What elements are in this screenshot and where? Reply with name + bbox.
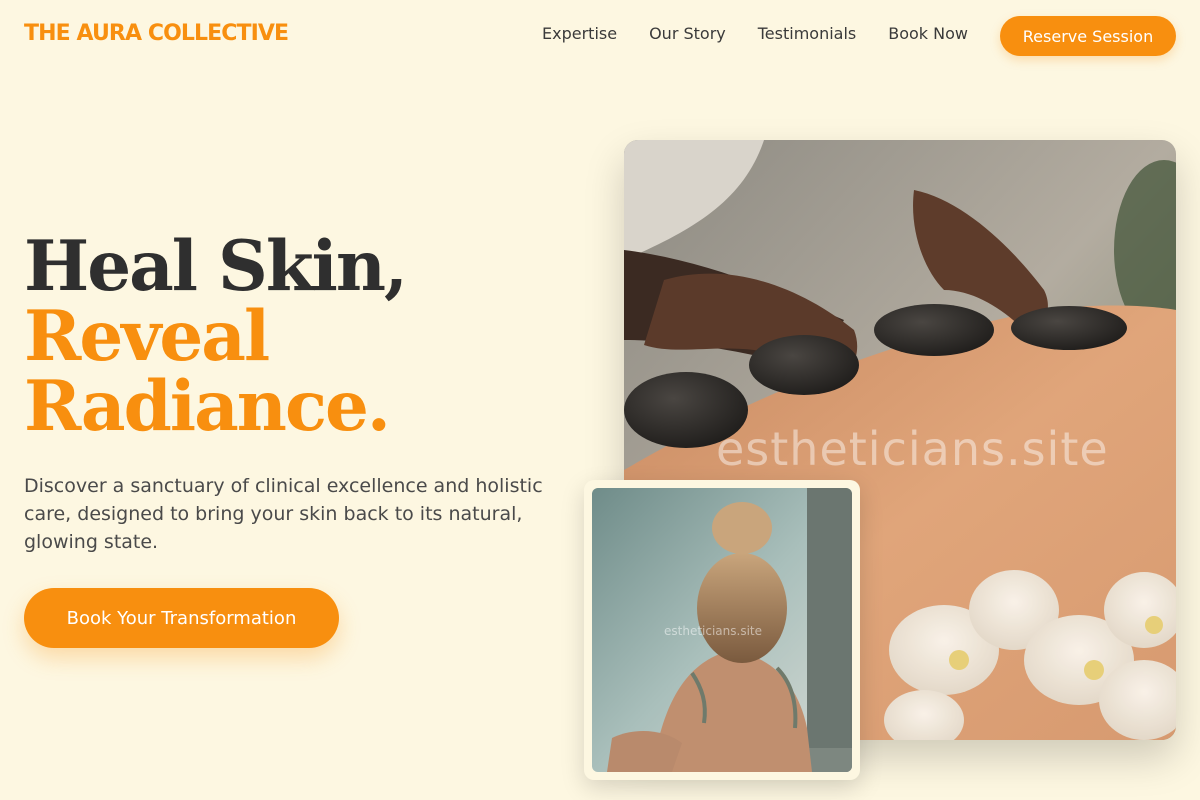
main-image-watermark: estheticians.site bbox=[716, 422, 1109, 476]
nav-links: Expertise Our Story Testimonials Book No… bbox=[542, 24, 968, 43]
hero-title: Heal Skin, Reveal Radiance. bbox=[24, 226, 408, 447]
spa-pool-image: estheticians.site bbox=[592, 488, 852, 772]
hero-title-line-3: Radiance. bbox=[24, 366, 391, 447]
top-nav: THE AURA COLLECTIVE Expertise Our Story … bbox=[0, 0, 1200, 72]
nav-link-expertise[interactable]: Expertise bbox=[542, 24, 617, 43]
nav-link-book-now[interactable]: Book Now bbox=[888, 24, 968, 43]
hero-subtitle: Discover a sanctuary of clinical excelle… bbox=[24, 475, 543, 553]
nav-link-testimonials[interactable]: Testimonials bbox=[758, 24, 857, 43]
hero-title-line-2: Reveal bbox=[24, 296, 270, 377]
spa-pool-image-card: estheticians.site bbox=[584, 480, 860, 780]
hero-title-line-1: Heal Skin, bbox=[24, 226, 408, 307]
small-image-watermark: estheticians.site bbox=[664, 624, 762, 638]
reserve-session-button[interactable]: Reserve Session bbox=[1000, 16, 1176, 56]
nav-link-our-story[interactable]: Our Story bbox=[649, 24, 726, 43]
book-transformation-button[interactable]: Book Your Transformation bbox=[24, 588, 339, 648]
brand-logo[interactable]: THE AURA COLLECTIVE bbox=[24, 21, 289, 46]
